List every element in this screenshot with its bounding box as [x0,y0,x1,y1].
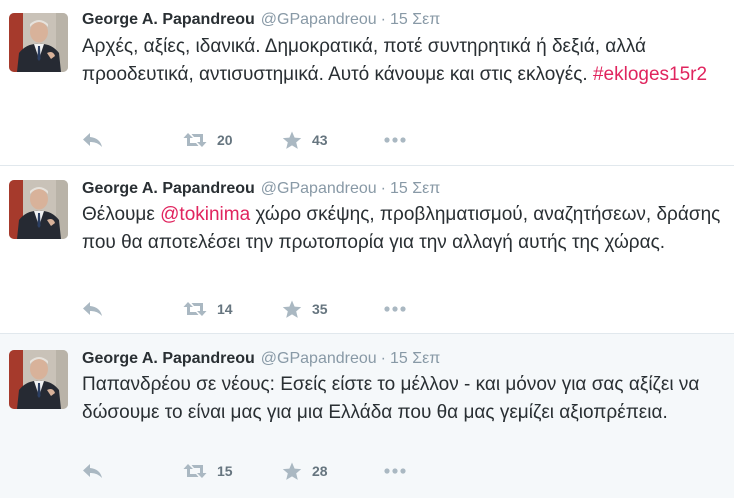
tweet-actions: 20 43 [82,130,442,150]
tweet-text-body: Παπανδρέου σε νέους: Εσείς είστε το μέλλ… [82,374,700,423]
favorite-button[interactable]: 43 [282,130,328,150]
tweet-header: George A. Papandreou @GPapandreou · 15 Σεπ [82,349,440,369]
retweet-button[interactable]: 14 [183,299,233,319]
tweet-text: Αρχές, αξίες, ιδανικά. Δημοκρατικά, ποτέ… [82,33,722,89]
tweet-actions: 15 28 [82,461,442,481]
avatar-image [9,180,68,239]
reply-icon [83,302,102,316]
tweet[interactable]: George A. Papandreou @GPapandreou · 15 Σεπ … [0,166,734,334]
mention-link[interactable]: @tokinima [160,204,250,225]
retweet-count: 14 [217,301,233,317]
more-button[interactable] [384,299,406,319]
retweet-count: 15 [217,463,233,479]
retweet-button[interactable]: 15 [183,461,233,481]
timestamp[interactable]: 15 Σεπ [390,350,440,367]
reply-button[interactable] [82,461,104,481]
tweet-actions: 14 35 [82,299,442,319]
tweet-text: Παπανδρέου σε νέους: Εσείς είστε το μέλλ… [82,371,722,427]
reply-icon [83,133,102,147]
separator: · [380,180,386,197]
tweet[interactable]: George A. Papandreou @GPapandreou · 15 Σεπ … [0,0,734,166]
reply-button[interactable] [82,130,104,150]
more-icon [384,468,406,474]
tweet-text-body: Αρχές, αξίες, ιδανικά. Δημοκρατικά, ποτέ… [82,36,646,85]
retweet-icon [183,133,207,147]
author-name[interactable]: George A. Papandreou [82,180,255,197]
tweet-text: Θέλουμε @tokinima χώρο σκέψης, προβληματ… [82,201,722,257]
author-handle[interactable]: @GPapandreou [261,350,377,367]
separator: · [380,350,386,367]
avatar[interactable] [9,180,68,239]
more-button[interactable] [384,130,406,150]
tweet-header: George A. Papandreou @GPapandreou · 15 Σεπ [82,179,440,199]
avatar[interactable] [9,13,68,72]
retweet-icon [183,464,207,478]
reply-icon [83,464,102,478]
more-icon [384,137,406,143]
retweet-button[interactable]: 20 [183,130,233,150]
tweet-header: George A. Papandreou @GPapandreou · 15 Σεπ [82,10,440,30]
more-button[interactable] [384,461,406,481]
timestamp[interactable]: 15 Σεπ [390,180,440,197]
favorite-count: 28 [312,463,328,479]
favorite-button[interactable]: 35 [282,299,328,319]
author-name[interactable]: George A. Papandreou [82,350,255,367]
star-icon [282,131,302,149]
reply-button[interactable] [82,299,104,319]
author-handle[interactable]: @GPapandreou [261,11,377,28]
retweet-count: 20 [217,132,233,148]
avatar-image [9,13,68,72]
retweet-icon [183,302,207,316]
separator: · [380,11,386,28]
avatar-image [9,350,68,409]
hashtag-link[interactable]: #ekloges15r2 [593,64,707,85]
star-icon [282,300,302,318]
favorite-count: 43 [312,132,328,148]
favorite-count: 35 [312,301,328,317]
author-name[interactable]: George A. Papandreou [82,11,255,28]
more-icon [384,306,406,312]
timestamp[interactable]: 15 Σεπ [390,11,440,28]
favorite-button[interactable]: 28 [282,461,328,481]
avatar[interactable] [9,350,68,409]
tweet[interactable]: George A. Papandreou @GPapandreou · 15 Σεπ … [0,334,734,498]
star-icon [282,462,302,480]
tweet-text-body: Θέλουμε [82,204,161,225]
author-handle[interactable]: @GPapandreou [261,180,377,197]
